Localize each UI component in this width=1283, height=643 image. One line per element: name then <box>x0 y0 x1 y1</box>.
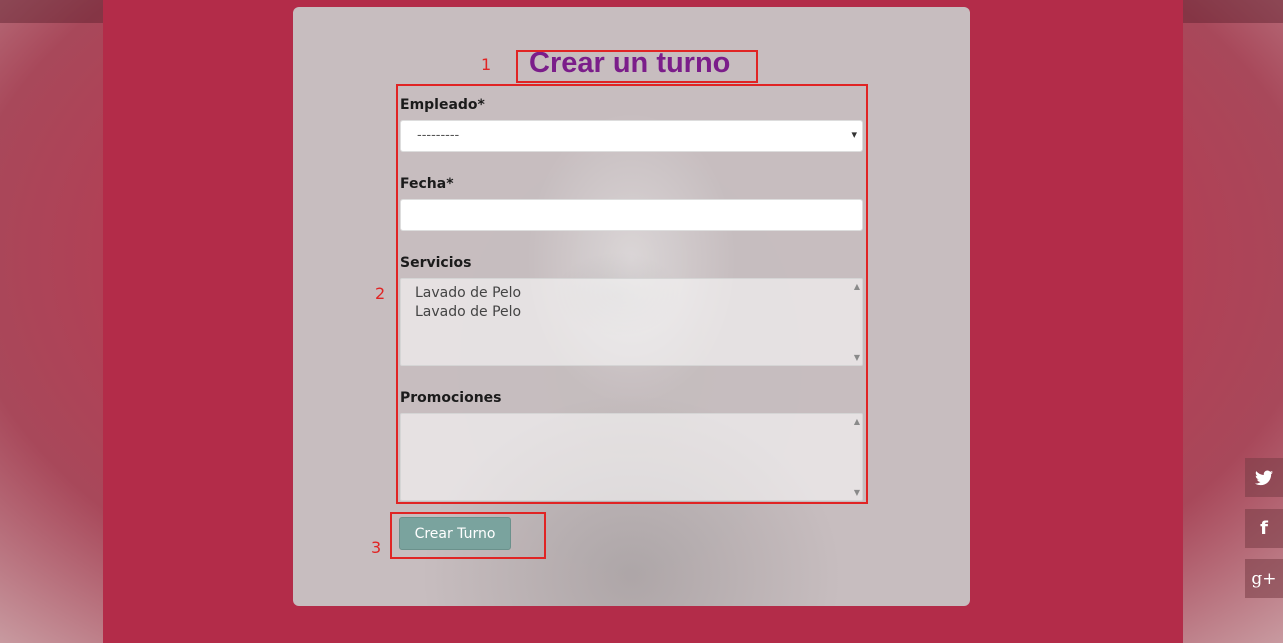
google-plus-button[interactable]: g+ <box>1245 559 1283 598</box>
annotation-number: 3 <box>371 538 382 557</box>
google-plus-icon: g+ <box>1251 568 1277 589</box>
twitter-icon <box>1255 470 1273 485</box>
annotation-number: 1 <box>481 55 492 74</box>
annotation-box-button <box>390 512 546 559</box>
annotation-box-title <box>516 50 758 83</box>
annotation-box-fields <box>396 84 868 504</box>
facebook-icon: f <box>1260 518 1268 539</box>
facebook-button[interactable]: f <box>1245 509 1283 548</box>
twitter-button[interactable] <box>1245 458 1283 497</box>
annotation-number: 2 <box>375 284 386 303</box>
